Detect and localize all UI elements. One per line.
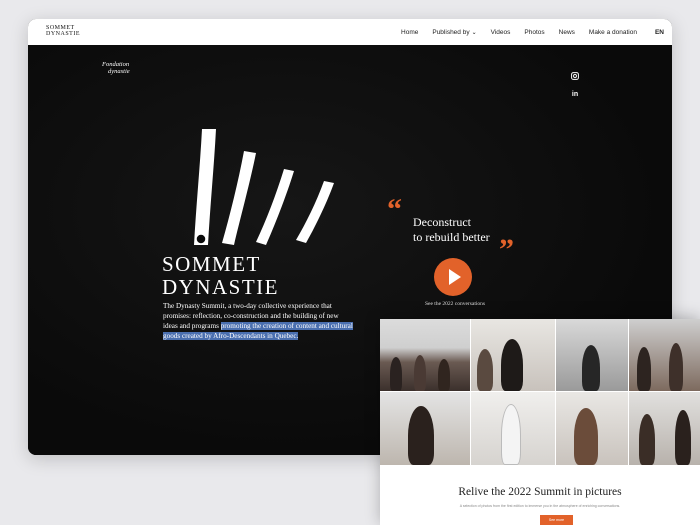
quote-close-icon: ” [499,233,514,266]
play-video-button[interactable] [434,258,472,296]
brand-title: SOMMET DYNASTIE [162,252,279,299]
nav-photos[interactable]: Photos [524,29,544,36]
summit-description: The Dynasty Summit, a two-day collective… [163,302,353,340]
gallery-title: Relive the 2022 Summit in pictures [458,486,622,498]
gallery-photo[interactable] [556,392,628,465]
photo-grid [380,319,700,465]
see-more-button[interactable]: See more [540,515,573,525]
nav-home[interactable]: Home [401,29,418,36]
gallery-photo[interactable] [629,319,700,391]
nav-donation[interactable]: Make a donation [589,29,637,36]
gallery-photo[interactable] [556,319,628,391]
gallery-photo[interactable] [380,392,470,465]
nav-videos[interactable]: Videos [491,29,511,36]
top-navbar: SOMMET DYNASTIE Home Published by ⌄ Video… [28,19,672,45]
linkedin-icon[interactable]: in [571,91,579,99]
chevron-down-icon: ⌄ [471,29,477,36]
video-caption[interactable]: See the 2022 conversations [420,301,490,307]
gallery-card: Relive the 2022 Summit in pictures A sel… [380,319,700,525]
main-nav: Home Published by ⌄ Videos Photos News Ma… [401,19,664,45]
fondation-logo[interactable]: Fondation dynastie [102,61,130,75]
headline: Deconstruct to rebuild better [413,215,490,244]
nav-news[interactable]: News [559,29,575,36]
instagram-icon[interactable] [571,72,579,80]
site-logo[interactable]: SOMMET DYNASTIE [46,25,80,37]
gallery-photo[interactable] [629,392,700,465]
gallery-photo[interactable] [471,319,555,391]
nav-published-by[interactable]: Published by ⌄ [432,29,476,36]
quote-open-icon: “ [387,193,402,226]
gallery-photo[interactable] [380,319,470,391]
brand-graphic [194,129,334,245]
language-switch[interactable]: EN [655,29,664,36]
gallery-photo[interactable] [471,392,555,465]
gallery-subtitle: A selection of photos from the first edi… [459,504,621,508]
